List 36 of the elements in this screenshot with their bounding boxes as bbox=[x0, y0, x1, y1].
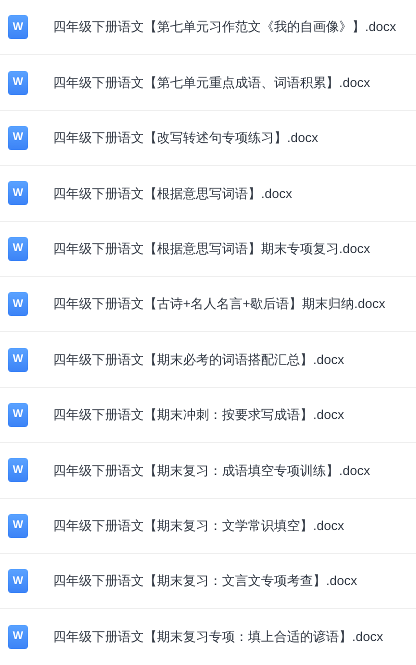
file-name: 四年级下册语文【改写转述句专项练习】.docx bbox=[53, 129, 318, 148]
file-name: 四年级下册语文【期末冲刺：按要求写成语】.docx bbox=[53, 406, 344, 424]
document-icon: W bbox=[8, 569, 28, 594]
document-icon: W bbox=[8, 624, 28, 649]
document-icon: W bbox=[8, 514, 28, 538]
document-icon: W bbox=[8, 348, 28, 372]
file-row[interactable]: W 四年级下册语文【根据意思写词语】.docx bbox=[0, 166, 416, 222]
file-row[interactable]: W 四年级下册语文【期末必考的词语搭配汇总】.docx bbox=[0, 332, 416, 388]
file-row[interactable]: W 四年级下册语文【期末复习：文言文专项考查】.docx bbox=[0, 554, 416, 610]
file-name: 四年级下册语文【根据意思写词语】.docx bbox=[53, 184, 292, 203]
file-name: 四年级下册语文【古诗+名人名言+歇后语】期末归纳.docx bbox=[53, 295, 386, 314]
file-row[interactable]: W 四年级下册语文【期末冲刺：按要求写成语】.docx bbox=[0, 388, 416, 444]
file-name: 四年级下册语文【期末复习：成语填空专项训练】.docx bbox=[53, 462, 370, 480]
file-row[interactable]: W 四年级下册语文【期末复习：成语填空专项训练】.docx bbox=[0, 443, 416, 499]
file-row[interactable]: W 四年级下册语文【期末复习专项：填上合适的谚语】.docx bbox=[0, 609, 416, 665]
file-row[interactable]: W 四年级下册语文【改写转述句专项练习】.docx bbox=[0, 110, 416, 166]
file-name: 四年级下册语文【根据意思写词语】期末专项复习.docx bbox=[53, 240, 370, 258]
document-icon: W bbox=[8, 236, 28, 261]
file-row[interactable]: W 四年级下册语文【期末复习：文学常识填空】.docx bbox=[0, 498, 416, 554]
file-row[interactable]: W 四年级下册语文【根据意思写词语】期末专项复习.docx bbox=[0, 222, 416, 277]
file-row[interactable]: W 四年级下册语文【第七单元重点成语、词语积累】.docx bbox=[0, 55, 416, 111]
document-icon: W bbox=[8, 402, 28, 427]
file-row[interactable]: W 四年级下册语文【古诗+名人名言+歇后语】期末归纳.docx bbox=[0, 276, 416, 332]
file-name: 四年级下册语文【期末复习：文言文专项考查】.docx bbox=[53, 572, 358, 590]
file-name: 四年级下册语文【期末复习：文学常识填空】.docx bbox=[53, 516, 344, 535]
file-name: 四年级下册语文【第七单元重点成语、词语积累】.docx bbox=[53, 74, 370, 92]
document-icon: W bbox=[8, 181, 28, 206]
document-icon: W bbox=[8, 126, 28, 150]
document-icon: W bbox=[8, 458, 28, 482]
document-icon: W bbox=[8, 15, 28, 40]
file-row[interactable]: W 四年级下册语文【第七单元习作范文《我的自画像》】.docx bbox=[0, 0, 416, 56]
file-name: 四年级下册语文【期末复习专项：填上合适的谚语】.docx bbox=[53, 628, 384, 646]
document-icon: W bbox=[8, 70, 28, 95]
file-name: 四年级下册语文【第七单元习作范文《我的自画像》】.docx bbox=[53, 18, 396, 36]
file-name: 四年级下册语文【期末必考的词语搭配汇总】.docx bbox=[53, 350, 344, 369]
document-icon: W bbox=[8, 292, 28, 316]
